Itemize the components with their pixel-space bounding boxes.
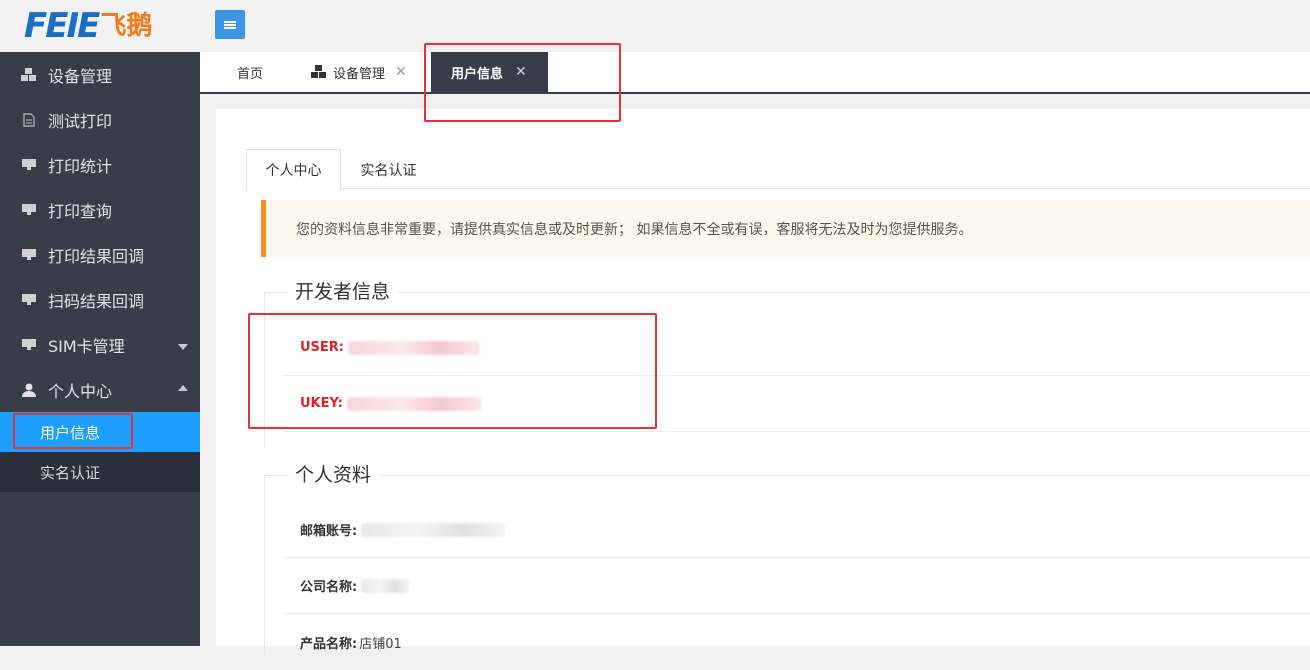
user-value-redacted [348, 340, 481, 355]
sidebar-subitem-label: 实名认证 [40, 463, 101, 482]
monitor-icon [20, 338, 38, 351]
email-label: 邮箱账号: [300, 524, 358, 539]
sidebar-subitem-label: 用户信息 [40, 423, 101, 442]
user-field: USER: [283, 320, 1310, 376]
chevron-down-icon [178, 344, 188, 350]
notice-banner: 您的资料信息非常重要，请提供真实信息或及时更新； 如果信息不全或有误，客服将无法… [261, 200, 1310, 257]
document-icon [20, 112, 38, 127]
monitor-icon [20, 293, 38, 306]
sidebar-item-label: 设备管理 [48, 66, 113, 86]
sidebar-subitem-user-info[interactable]: 用户信息 [0, 412, 200, 452]
tab-label: 实名认证 [360, 162, 417, 179]
ukey-value-redacted [347, 396, 481, 411]
company-label: 公司名称: [300, 580, 358, 595]
section-title: 个人资料 [287, 463, 380, 487]
tab-label: 首页 [237, 66, 264, 82]
tab-personal-center[interactable]: 个人中心 [246, 149, 341, 190]
sidebar-item-sim-management[interactable]: SIM卡管理 [0, 322, 200, 367]
cubes-icon [311, 65, 327, 79]
page-tabs-bar: 首页 设备管理 ✕ 用户信息 ✕ [200, 52, 1310, 94]
tab-label: 设备管理 [333, 66, 386, 82]
sidebar: 设备管理 测试打印 打印统计 打印查询 打印结果回调 扫码结果回调 SIM卡管理… [0, 52, 200, 646]
product-field: 产品名称: 店铺01 [283, 614, 1310, 670]
section-title: 开发者信息 [287, 280, 399, 304]
sidebar-item-print-query[interactable]: 打印查询 [0, 187, 200, 232]
sidebar-item-label: 打印结果回调 [48, 246, 145, 266]
sidebar-item-print-callback[interactable]: 打印结果回调 [0, 232, 200, 277]
sidebar-item-test-print[interactable]: 测试打印 [0, 97, 200, 142]
chevron-up-icon [178, 385, 188, 391]
close-icon[interactable]: ✕ [515, 64, 527, 80]
ukey-label: UKEY: [300, 396, 343, 411]
feie-logo[interactable]: FEIE 飞鹅 [24, 6, 152, 46]
company-field: 公司名称: [283, 558, 1310, 614]
sidebar-item-label: 打印查询 [48, 201, 113, 221]
sidebar-item-label: SIM卡管理 [48, 336, 125, 356]
top-bar [200, 0, 1310, 52]
sidebar-item-label: 打印统计 [48, 156, 113, 176]
close-icon[interactable]: ✕ [395, 64, 407, 80]
main-content: 个人中心 实名认证 您的资料信息非常重要，请提供真实信息或及时更新； 如果信息不… [216, 109, 1310, 655]
tab-label: 个人中心 [265, 162, 322, 179]
product-label: 产品名称: [300, 636, 358, 652]
monitor-icon [20, 203, 38, 216]
sidebar-item-device-management[interactable]: 设备管理 [0, 52, 200, 97]
sidebar-item-scan-callback[interactable]: 扫码结果回调 [0, 277, 200, 322]
sidebar-subitem-verification[interactable]: 实名认证 [0, 452, 200, 492]
sidebar-item-print-stats[interactable]: 打印统计 [0, 142, 200, 187]
cubes-icon [20, 67, 38, 82]
sidebar-item-label: 测试打印 [48, 111, 113, 131]
menu-toggle-button[interactable] [215, 10, 245, 39]
email-field: 邮箱账号: [283, 502, 1310, 558]
sidebar-item-label: 扫码结果回调 [48, 291, 145, 311]
content-tabs: 个人中心 实名认证 [246, 149, 1310, 190]
product-value: 店铺01 [359, 636, 402, 652]
sidebar-item-label: 个人中心 [48, 381, 113, 401]
tab-real-name-verification[interactable]: 实名认证 [342, 149, 435, 190]
sidebar-item-personal-center[interactable]: 个人中心 [0, 367, 200, 412]
personal-profile-section: 个人资料 邮箱账号: 公司名称: 产品名称: 店铺01 [264, 463, 1310, 655]
logo-text-cn: 飞鹅 [100, 11, 153, 41]
logo-text-en: FEIE [24, 6, 100, 46]
tab-label: 用户信息 [451, 66, 504, 82]
user-icon [20, 383, 38, 397]
tab-user-info[interactable]: 用户信息 ✕ [431, 52, 548, 92]
monitor-icon [20, 248, 38, 261]
tab-device-management[interactable]: 设备管理 ✕ [311, 52, 407, 92]
logo-area: FEIE 飞鹅 [0, 0, 200, 52]
ukey-field: UKEY: [283, 376, 1310, 432]
email-value-redacted [361, 522, 506, 537]
monitor-icon [20, 158, 38, 171]
hamburger-icon [224, 20, 236, 29]
company-value-redacted [361, 578, 410, 593]
sidebar-subnav: 用户信息 实名认证 [0, 412, 200, 492]
tab-home[interactable]: 首页 [237, 52, 263, 92]
notice-text: 您的资料信息非常重要，请提供真实信息或及时更新； 如果信息不全或有误，客服将无法… [296, 221, 973, 238]
user-label: USER: [300, 340, 345, 355]
developer-info-section: 开发者信息 USER: UKEY: [264, 280, 1310, 447]
